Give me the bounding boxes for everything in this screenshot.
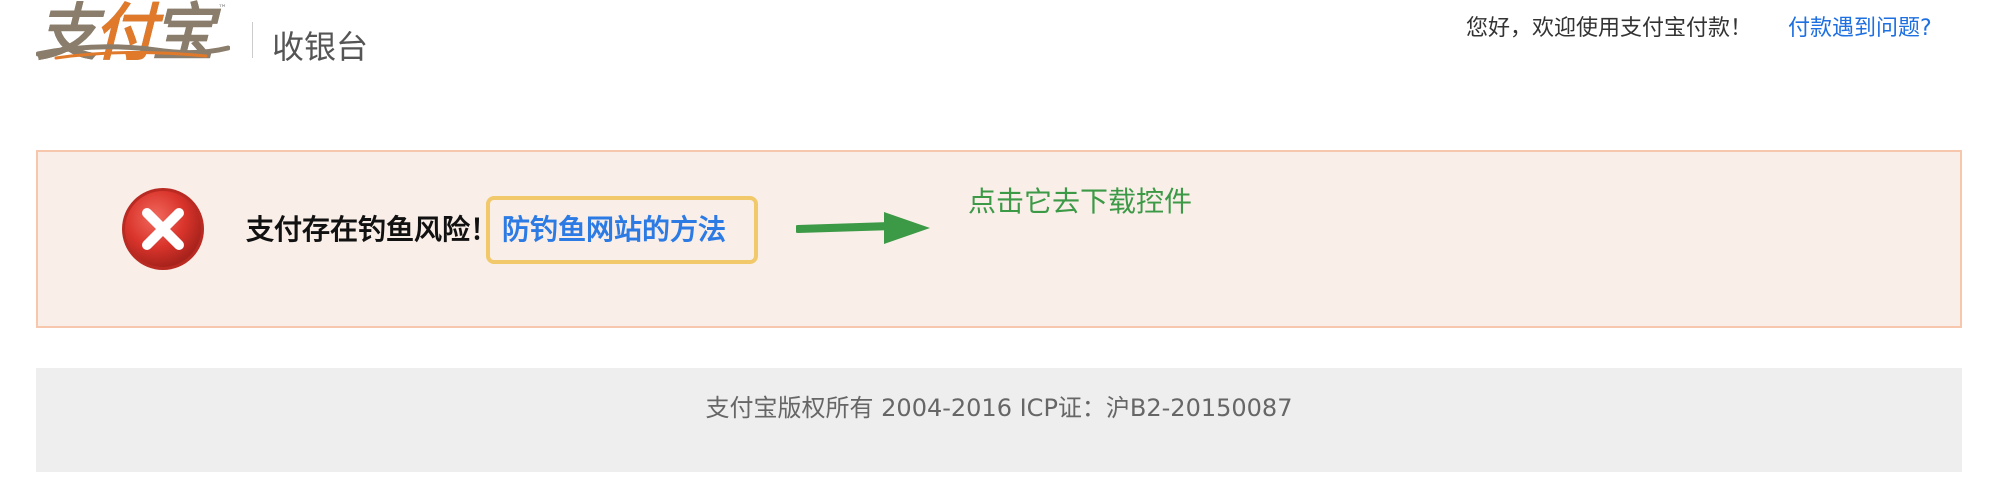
cashier-title: 收银台 [272, 28, 369, 66]
payment-help-link[interactable]: 付款遇到问题? [1788, 10, 1932, 42]
copyright-text: 支付宝版权所有 2004-2016 ICP证：沪B2-20150087 [705, 394, 1293, 422]
arrow-right-icon [796, 212, 930, 244]
phishing-alert: 支付存在钓鱼风险！ 防钓鱼网站的方法 点击它去下载控件 [36, 150, 1962, 328]
phishing-risk-message: 支付存在钓鱼风险！ [246, 213, 499, 246]
alipay-logo[interactable]: 支付宝 ™ [36, 0, 230, 64]
error-x-icon [122, 188, 204, 270]
header-divider [252, 22, 253, 58]
header: 支付宝 ™ 收银台 您好，欢迎使用支付宝付款！ 付款遇到问题? [0, 0, 1994, 70]
logo-swoosh-icon [36, 44, 230, 60]
page: 支付宝 ™ 收银台 您好，欢迎使用支付宝付款！ 付款遇到问题? 支付存在钓鱼风险… [0, 0, 1994, 478]
download-hint: 点击它去下载控件 [968, 185, 1193, 218]
anti-phishing-guide-link[interactable]: 防钓鱼网站的方法 [502, 208, 726, 248]
logo-trademark: ™ [218, 4, 227, 14]
welcome-text: 您好，欢迎使用支付宝付款！ [1466, 16, 1753, 41]
footer: 支付宝版权所有 2004-2016 ICP证：沪B2-20150087 [36, 368, 1962, 472]
